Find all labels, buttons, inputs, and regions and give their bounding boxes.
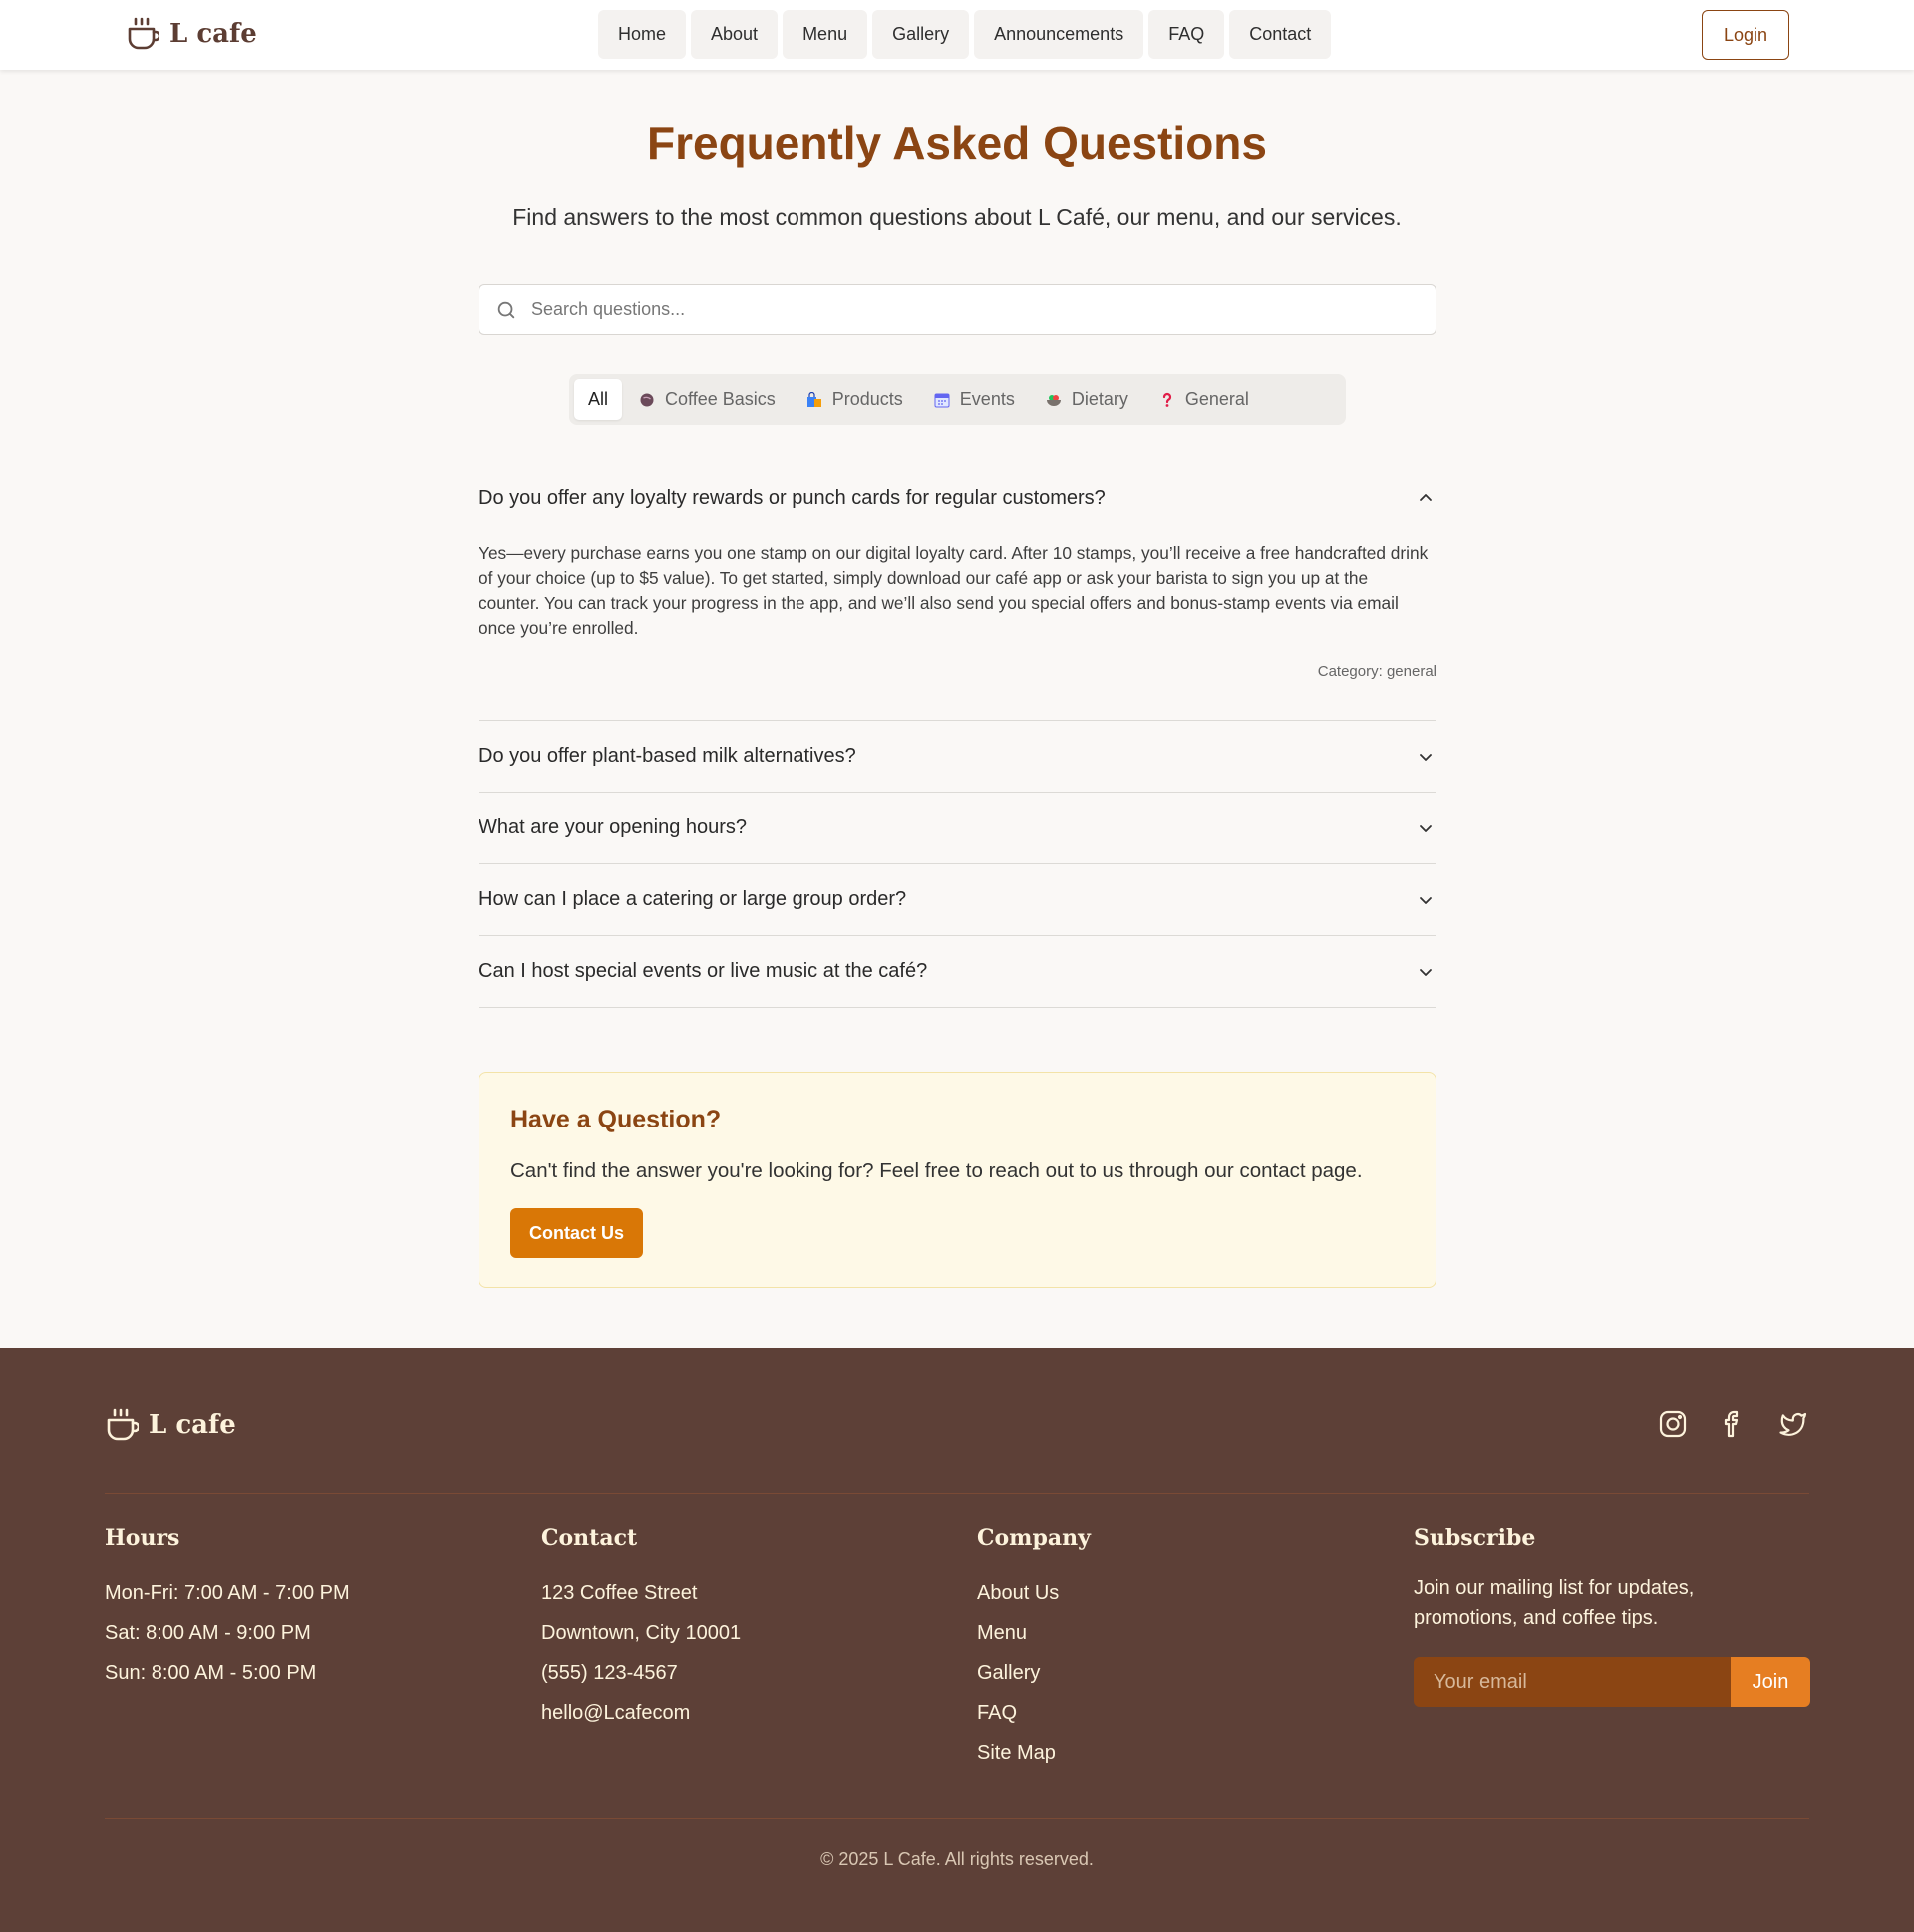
instagram-icon[interactable]: [1658, 1409, 1688, 1439]
copyright: © 2025 L Cafe. All rights reserved.: [820, 1849, 1094, 1869]
main-nav: Home About Menu Gallery Announcements FA…: [598, 10, 1332, 59]
nav-home[interactable]: Home: [598, 10, 687, 59]
tab-label: All: [588, 389, 609, 409]
site-header: L cafe Home About Menu Gallery Announcem…: [0, 0, 1914, 70]
category-tabs: All Coffee Basics Products Events Dietar…: [569, 374, 1346, 425]
faq-item: What are your opening hours?: [478, 793, 1436, 864]
nav-menu[interactable]: Menu: [783, 10, 868, 59]
subscribe-form: Your email Join: [1414, 1657, 1810, 1707]
join-button[interactable]: Join: [1731, 1657, 1810, 1707]
coffee-bean-icon: [640, 393, 654, 406]
have-a-question-box: Have a Question? Can't find the answer y…: [478, 1072, 1436, 1288]
facebook-icon[interactable]: [1718, 1409, 1748, 1439]
faq-answer: Yes—every purchase earns you one stamp o…: [478, 543, 1429, 638]
chevron-down-icon: [1420, 896, 1432, 904]
footer-link-faq[interactable]: FAQ: [977, 1693, 1091, 1733]
tab-label: Dietary: [1071, 389, 1128, 409]
site-footer: L cafe Hours Mon-Fri: 7:00 AM - 7:00 PM …: [0, 1348, 1914, 1932]
footer-hours-title: Hours: [105, 1525, 180, 1551]
faq-list: Do you offer any loyalty rewards or punc…: [478, 464, 1436, 1008]
question-box-title: Have a Question?: [510, 1106, 722, 1133]
faq-item: Do you offer plant-based milk alternativ…: [478, 721, 1436, 793]
search-input[interactable]: [531, 299, 1409, 320]
footer-divider: [105, 1493, 1809, 1494]
tab-events[interactable]: Events: [920, 379, 1029, 420]
tab-products[interactable]: Products: [793, 379, 917, 420]
hours-line: Sun: 8:00 AM - 5:00 PM: [105, 1662, 317, 1684]
faq-question-text: What are your opening hours?: [478, 816, 748, 838]
page-title: Frequently Asked Questions: [647, 117, 1267, 168]
page-subtitle: Find answers to the most common question…: [512, 204, 1402, 230]
footer-link-about-us[interactable]: About Us: [977, 1573, 1091, 1613]
contact-phone[interactable]: (555) 123-4567: [541, 1653, 741, 1693]
tab-label: General: [1184, 389, 1249, 409]
search-box: [478, 284, 1436, 335]
nav-contact[interactable]: Contact: [1229, 10, 1332, 59]
shopping-bag-icon: [806, 391, 821, 407]
tab-dietary[interactable]: Dietary: [1032, 379, 1142, 420]
contact-email[interactable]: hello@Lcafecom: [541, 1693, 741, 1733]
faq-question-text: How can I place a catering or large grou…: [478, 888, 907, 910]
footer-contact: Contact 123 Coffee Street Downtown, City…: [541, 1525, 741, 1733]
tab-label: Events: [959, 389, 1015, 409]
subscribe-text: Join our mailing list for updates, promo…: [1414, 1577, 1695, 1629]
faq-question[interactable]: Can I host special events or live music …: [478, 936, 1436, 1007]
coffee-cup-icon: [107, 1408, 139, 1441]
faq-category: Category: general: [1317, 663, 1436, 680]
chevron-down-icon: [1420, 824, 1432, 832]
footer-link-site-map[interactable]: Site Map: [977, 1733, 1091, 1772]
footer-hours: Hours Mon-Fri: 7:00 AM - 7:00 PM Sat: 8:…: [105, 1525, 350, 1693]
faq-item: How can I place a catering or large grou…: [478, 864, 1436, 936]
login-button[interactable]: Login: [1702, 10, 1789, 60]
nav-announcements[interactable]: Announcements: [974, 10, 1144, 59]
tab-all[interactable]: All: [574, 379, 623, 420]
coffee-cup-icon: [128, 17, 160, 50]
nav-gallery[interactable]: Gallery: [872, 10, 970, 59]
faq-question[interactable]: Do you offer plant-based milk alternativ…: [478, 721, 1436, 792]
twitter-icon[interactable]: [1777, 1409, 1807, 1439]
footer-company-title: Company: [977, 1525, 1091, 1551]
footer-link-menu[interactable]: Menu: [977, 1613, 1091, 1653]
contact-city-line: Downtown, City 10001: [541, 1622, 742, 1644]
question-box-text: Can't find the answer you're looking for…: [510, 1159, 1363, 1182]
brand-name: L cafe: [169, 19, 257, 49]
tab-coffee-basics[interactable]: Coffee Basics: [625, 379, 790, 420]
chevron-down-icon: [1420, 968, 1432, 976]
footer-brand-name: L cafe: [149, 1410, 236, 1440]
footer-company: Company About Us Menu Gallery FAQ Site M…: [977, 1525, 1091, 1772]
footer-divider: [105, 1818, 1809, 1819]
faq-item: Can I host special events or live music …: [478, 936, 1436, 1008]
chevron-down-icon: [1420, 753, 1432, 761]
faq-question[interactable]: Do you offer any loyalty rewards or punc…: [478, 464, 1436, 533]
footer-brand[interactable]: L cafe: [105, 1407, 236, 1443]
faq-question-text: Can I host special events or live music …: [478, 960, 928, 982]
footer-subscribe-title: Subscribe: [1414, 1525, 1536, 1551]
question-mark-icon: [1162, 392, 1171, 407]
hours-line: Sat: 8:00 AM - 9:00 PM: [105, 1622, 311, 1644]
faq-question-text: Do you offer any loyalty rewards or punc…: [478, 486, 1106, 509]
footer-contact-title: Contact: [541, 1525, 638, 1551]
faq-question[interactable]: What are your opening hours?: [478, 793, 1436, 863]
faq-question[interactable]: How can I place a catering or large grou…: [478, 864, 1436, 935]
footer-link-gallery[interactable]: Gallery: [977, 1653, 1091, 1693]
chevron-up-icon: [1420, 494, 1432, 501]
salad-icon: [1046, 394, 1061, 406]
tab-label: Coffee Basics: [665, 389, 776, 409]
contact-address-line: 123 Coffee Street: [541, 1582, 698, 1604]
footer-subscribe: Subscribe Join our mailing list for upda…: [1414, 1525, 1810, 1707]
calendar-icon: [934, 393, 950, 407]
search-icon: [497, 301, 515, 318]
nav-about[interactable]: About: [691, 10, 779, 59]
social-links: [1658, 1409, 1807, 1439]
tab-general[interactable]: General: [1145, 379, 1263, 420]
hours-line: Mon-Fri: 7:00 AM - 7:00 PM: [105, 1582, 350, 1604]
tab-label: Products: [831, 389, 903, 409]
contact-us-button[interactable]: Contact Us: [510, 1208, 643, 1258]
brand-logo[interactable]: L cafe: [126, 16, 257, 52]
faq-question-text: Do you offer plant-based milk alternativ…: [478, 745, 856, 767]
faq-item: Do you offer any loyalty rewards or punc…: [478, 464, 1436, 721]
nav-faq[interactable]: FAQ: [1148, 10, 1225, 59]
email-field[interactable]: Your email: [1414, 1657, 1731, 1707]
